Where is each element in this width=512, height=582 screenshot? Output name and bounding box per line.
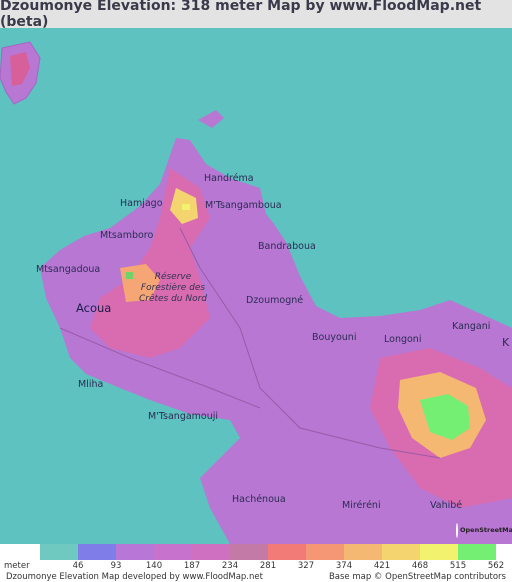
openstreetmap-badge-label: OpenStreetMap — [460, 526, 512, 534]
legend-swatch — [420, 544, 458, 560]
legend-value-label: 562 — [487, 561, 505, 571]
page-title: Dzoumonye Elevation: 318 meter Map by ww… — [0, 0, 512, 30]
elevation-map[interactable]: Handréma Hamjago M'Tsangamboua Mtsamboro… — [0, 28, 512, 544]
islet-north-east — [198, 110, 224, 128]
legend-value-label: 46 — [72, 561, 84, 571]
place-label-handrema: Handréma — [204, 173, 254, 184]
place-label-dzoumogne: Dzoumogné — [246, 295, 304, 306]
map-terrain — [0, 41, 512, 544]
place-label-reserve: Réserve Forestière des Crêtes du Nord — [138, 272, 208, 304]
legend-swatch — [192, 544, 230, 560]
place-label-mliha: Mliha — [78, 379, 104, 390]
legend-value-label: 187 — [183, 561, 201, 571]
place-label-bandraboua: Bandraboua — [258, 241, 316, 252]
place-label-k: K — [502, 336, 510, 349]
legend-value-label: 468 — [411, 561, 429, 571]
place-label-vahibe: Vahibé — [430, 500, 463, 511]
place-label-kangani: Kangani — [452, 321, 491, 332]
place-label-mirereni: Miréréni — [342, 500, 381, 511]
legend-swatch — [78, 544, 116, 560]
legend-value-label: 515 — [449, 561, 467, 571]
place-label-mtsangadoua: Mtsangadoua — [36, 264, 101, 275]
legend-value-label: 234 — [221, 561, 239, 571]
legend-value-label: 327 — [297, 561, 315, 571]
legend-value-label: 421 — [373, 561, 391, 571]
place-label-bouyouni: Bouyouni — [312, 332, 357, 343]
legend-swatch — [40, 544, 78, 560]
place-label-mtsamboro: Mtsamboro — [100, 230, 154, 241]
place-label-hachenoua: Hachénoua — [232, 494, 286, 505]
place-label-mtsangamouji: M'Tsangamouji — [148, 411, 219, 422]
footer-credit-floodmap: Dzoumonye Elevation Map developed by www… — [6, 572, 263, 582]
legend-swatch — [116, 544, 154, 560]
legend-swatches — [40, 544, 496, 560]
place-label-hamjago: Hamjago — [120, 198, 163, 209]
openstreetmap-badge: OpenStreetMap — [456, 522, 512, 538]
legend-value-label: 140 — [145, 561, 163, 571]
legend-swatch — [344, 544, 382, 560]
place-label-mtsangamboua: M'Tsangamboua — [205, 200, 282, 211]
legend-swatch — [230, 544, 268, 560]
legend-value-label: 374 — [335, 561, 353, 571]
place-label-acoua: Acoua — [76, 301, 112, 315]
footer-credit-osm: Base map © OpenStreetMap contributors — [328, 572, 506, 582]
legend-swatch — [268, 544, 306, 560]
elevation-legend: meter 46 93 140 187 234 281 327 374 421 468 515 562… — [0, 544, 512, 582]
legend-value-label: 93 — [110, 561, 122, 571]
place-label-longoni: Longoni — [384, 334, 422, 345]
legend-swatch — [154, 544, 192, 560]
legend-swatch — [306, 544, 344, 560]
openstreetmap-icon — [456, 522, 458, 538]
legend-swatch — [458, 544, 496, 560]
legend-value-label: 281 — [259, 561, 277, 571]
legend-swatch — [382, 544, 420, 560]
